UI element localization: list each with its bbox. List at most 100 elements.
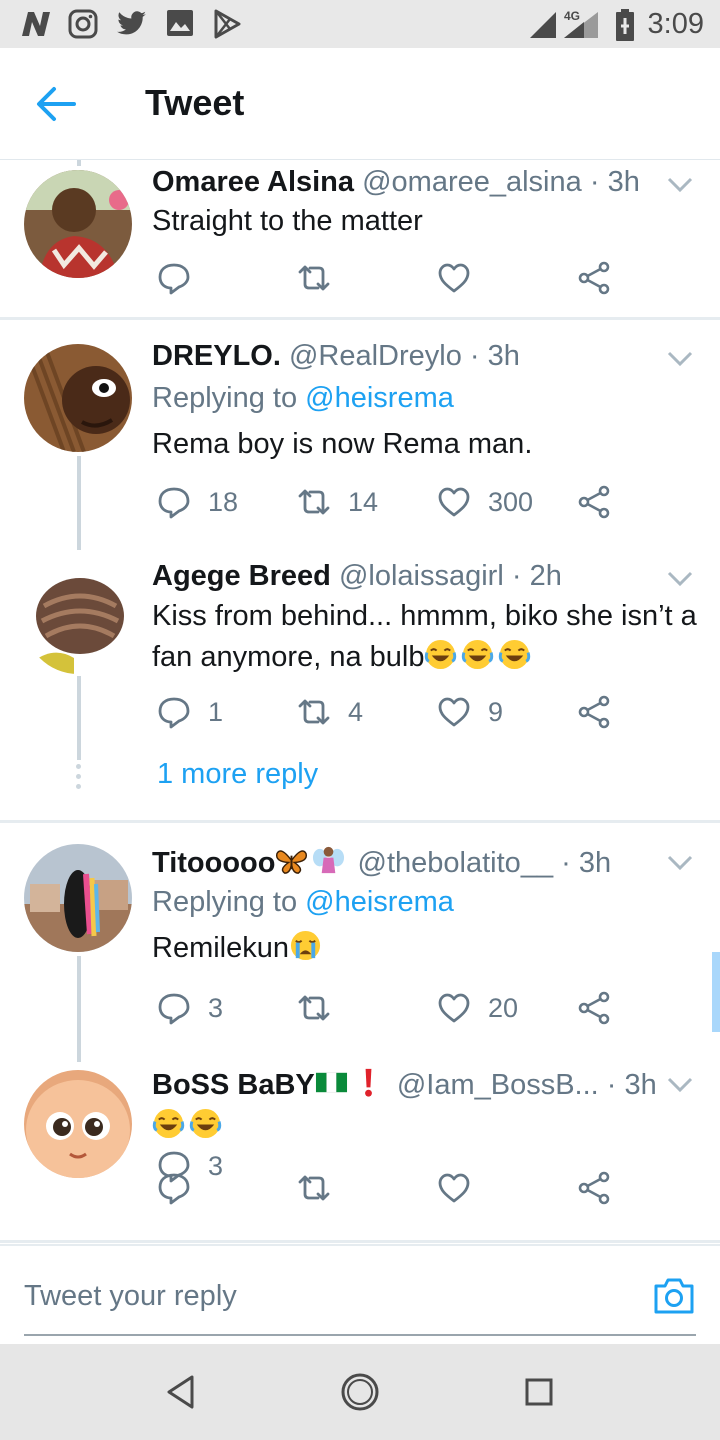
username[interactable]: @thebolatito__ (358, 847, 554, 879)
avatar[interactable] (24, 844, 132, 952)
back-arrow-icon[interactable] (34, 84, 78, 124)
tweet-text: Straight to the matter (152, 205, 423, 237)
play-store-icon (214, 9, 241, 39)
share-icon (578, 261, 610, 295)
like-button[interactable]: 20 (436, 988, 519, 1028)
tweet-text: Kiss from behind... hmmm, biko she isn’t… (152, 596, 700, 678)
separator-dot: · (511, 560, 522, 592)
reply-count: 3 (208, 992, 224, 1023)
thread-line (77, 456, 81, 550)
avatar[interactable] (24, 344, 132, 452)
display-name[interactable]: Agege Breed (152, 560, 331, 592)
share-button[interactable] (576, 258, 612, 298)
like-button[interactable]: 9 (436, 692, 503, 732)
like-button[interactable] (436, 258, 488, 298)
chevron-down-icon[interactable] (666, 570, 694, 588)
replying-to: Replying to @heisrema (152, 382, 454, 415)
reply-button[interactable] (156, 1168, 208, 1208)
reply-icon (158, 697, 190, 729)
retweet-icon (298, 995, 330, 1021)
tweet-item[interactable]: BoSS BaBY @Iam_BossB... · 3h (0, 1064, 720, 1244)
laugh-cry-emoji (152, 1108, 185, 1139)
retweet-count: 4 (348, 696, 364, 727)
avatar[interactable] (24, 170, 132, 278)
heart-icon (438, 697, 470, 727)
share-icon (578, 1171, 610, 1205)
display-name[interactable]: Titooooo (152, 847, 275, 879)
like-button[interactable] (436, 1168, 488, 1208)
scrollbar-thumb[interactable] (712, 952, 720, 1032)
chevron-down-icon[interactable] (666, 1076, 694, 1094)
reply-button[interactable] (156, 258, 208, 298)
n-icon (22, 12, 50, 36)
network-type: 4G (564, 9, 580, 23)
tweet-text (152, 1106, 700, 1147)
display-name[interactable]: BoSS BaBY (152, 1069, 315, 1101)
separator-dot: · (561, 847, 571, 879)
retweet-button[interactable] (296, 988, 348, 1028)
retweet-button[interactable]: 4 (296, 692, 363, 732)
fairy-emoji (313, 846, 345, 874)
like-count: 20 (488, 992, 519, 1023)
like-button[interactable]: 300 (436, 482, 533, 522)
replying-to-mention[interactable]: @heisrema (305, 886, 454, 918)
tweet-item[interactable]: DREYLO. @RealDreylo · 3h Replying to @he… (0, 320, 720, 550)
more-replies-link[interactable]: 1 more reply (157, 758, 318, 791)
tweet-text: Rema boy is now Rema man. (152, 428, 533, 460)
tweet-actions (152, 258, 632, 298)
share-button[interactable] (576, 482, 612, 522)
reply-button[interactable]: 18 (156, 482, 238, 522)
display-name[interactable]: Omaree Alsina (152, 166, 354, 198)
laugh-cry-emoji (499, 639, 531, 670)
tweet-text-content: Remilekun (152, 932, 289, 964)
username[interactable]: @RealDreylo (289, 340, 462, 372)
reply-placeholder: Tweet your reply (24, 1280, 237, 1312)
display-name[interactable]: DREYLO. (152, 340, 281, 372)
separator-dot: · (606, 1069, 617, 1101)
tweet-header: BoSS BaBY @Iam_BossB... · 3h (152, 1066, 657, 1102)
home-circle-icon[interactable] (340, 1372, 380, 1412)
share-button[interactable] (576, 988, 612, 1028)
replying-to-label: Replying to (152, 886, 298, 918)
share-icon (578, 991, 610, 1025)
share-button[interactable] (576, 692, 612, 732)
username[interactable]: @Iam_BossB... (397, 1069, 599, 1101)
more-replies-dots (76, 764, 81, 794)
page-title: Tweet (145, 82, 245, 123)
share-icon (578, 695, 610, 729)
reply-input[interactable]: Tweet your reply (24, 1246, 696, 1336)
status-bar: 4G 3:09 (0, 0, 720, 48)
avatar[interactable] (24, 1070, 132, 1178)
retweet-button[interactable] (296, 258, 348, 298)
reply-button[interactable]: 3 (156, 988, 224, 1028)
butterfly-emoji (276, 850, 308, 874)
avatar[interactable] (24, 566, 132, 674)
clock: 3:09 (647, 8, 704, 40)
recents-square-icon[interactable] (524, 1377, 554, 1407)
username[interactable]: @omaree_alsina (362, 166, 582, 198)
retweet-button[interactable]: 14 (296, 482, 378, 522)
replying-to-mention[interactable]: @heisrema (305, 382, 454, 414)
reply-button[interactable]: 1 (156, 692, 223, 732)
tweet-item[interactable]: Omaree Alsina @omaree_alsina · 3h Straig… (0, 160, 720, 320)
timestamp: 3h (624, 1069, 657, 1101)
laugh-cry-emoji (189, 1108, 222, 1139)
laugh-cry-emoji (462, 639, 494, 670)
retweet-icon (298, 265, 330, 291)
chevron-down-icon[interactable] (666, 854, 694, 872)
username[interactable]: @lolaissagirl (339, 560, 504, 592)
chevron-down-icon[interactable] (666, 176, 694, 194)
chevron-down-icon[interactable] (666, 350, 694, 368)
like-count: 9 (488, 696, 504, 727)
tweet-header: Titooooo @thebolatito__ · 3h (152, 844, 611, 880)
share-icon (578, 485, 610, 519)
back-triangle-icon[interactable] (164, 1372, 196, 1412)
timestamp: 3h (607, 166, 640, 198)
tweet-actions-row: 3 20 (0, 986, 720, 1030)
camera-icon[interactable] (652, 1276, 696, 1316)
reply-feed[interactable]: Omaree Alsina @omaree_alsina · 3h Straig… (0, 160, 720, 1244)
retweet-icon (298, 699, 330, 725)
tweet-item[interactable]: Agege Breed @lolaissagirl · 2h Kiss from… (0, 550, 720, 823)
retweet-button[interactable] (296, 1168, 348, 1208)
share-button[interactable] (576, 1168, 612, 1208)
